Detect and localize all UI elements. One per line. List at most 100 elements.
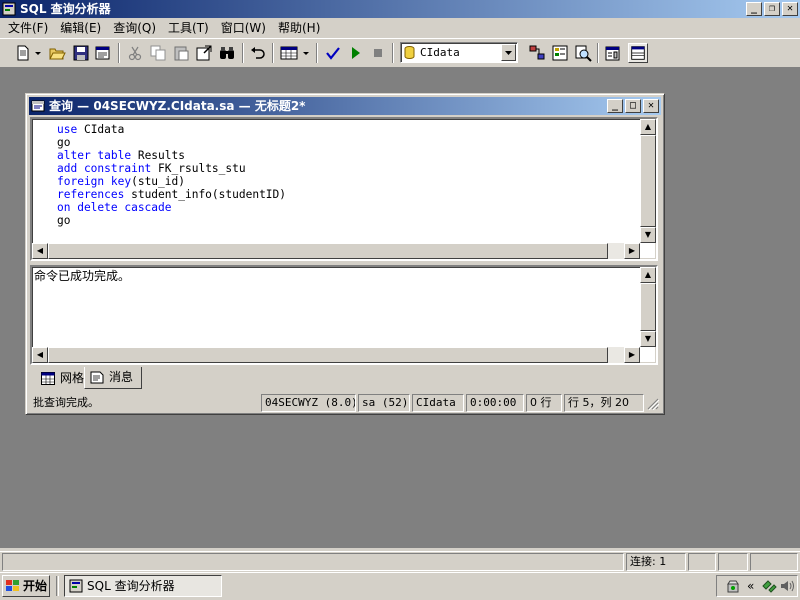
chevron-down-icon[interactable] — [301, 44, 311, 62]
database-select-value: CIdata — [420, 46, 460, 59]
sql-keyword: references — [57, 188, 132, 201]
code-line[interactable]: add constraint FK_rsults_stu — [57, 162, 286, 175]
close-button[interactable]: ✕ — [782, 2, 798, 16]
open-folder-icon[interactable] — [48, 44, 66, 62]
app-title: SQL 查询分析器 — [20, 2, 111, 16]
app-titlebar[interactable]: SQL 查询分析器 _ ❐ ✕ — [0, 0, 800, 18]
database-dropdown-button[interactable] — [501, 44, 516, 61]
new-query-icon[interactable] — [14, 44, 32, 62]
query-maximize-button[interactable]: □ — [625, 99, 641, 113]
scroll-left-button[interactable]: ◀ — [32, 243, 48, 259]
menu-query[interactable]: 查询(Q) — [107, 19, 162, 37]
execute-play-icon[interactable] — [346, 44, 364, 62]
restore-button[interactable]: ❐ — [764, 2, 780, 16]
editor-horizontal-scrollbar[interactable]: ◀ ▶ — [32, 243, 640, 259]
connection-properties-icon[interactable] — [604, 44, 622, 62]
start-button[interactable]: 开始 — [2, 575, 50, 597]
menu-tools[interactable]: 工具(T) — [162, 19, 215, 37]
stop-icon[interactable] — [369, 44, 387, 62]
scroll-left-button[interactable]: ◀ — [32, 347, 48, 363]
status-database: CIdata — [412, 394, 464, 412]
tab-grid-label: 网格 — [60, 371, 85, 385]
editor-vertical-scrollbar[interactable]: ▲ ▼ — [640, 119, 656, 243]
taskbar: 开始 SQL 查询分析器 « — [0, 572, 800, 600]
code-line[interactable]: foreign key(stu_id) — [57, 175, 286, 188]
query-minimize-button[interactable]: _ — [607, 99, 623, 113]
scroll-right-button[interactable]: ▶ — [624, 347, 640, 363]
menu-edit[interactable]: 编辑(E) — [54, 19, 107, 37]
query-analyzer-icon — [69, 579, 83, 593]
object-search-icon[interactable] — [574, 44, 592, 62]
scroll-up-button[interactable]: ▲ — [640, 119, 656, 135]
sql-text: go — [57, 214, 71, 227]
status-text: 批查询完成。 — [33, 396, 99, 409]
query-plan-icon[interactable] — [528, 44, 546, 62]
insert-template-icon[interactable] — [195, 44, 213, 62]
messages-pane[interactable]: 命令已成功完成。 ▲ ▼ ◀ ▶ — [30, 265, 658, 365]
scroll-down-button[interactable]: ▼ — [640, 227, 656, 243]
undo-icon[interactable] — [249, 44, 267, 62]
results-grid-icon[interactable] — [280, 44, 298, 62]
database-select[interactable]: CIdata — [400, 42, 518, 63]
scroll-thumb[interactable] — [640, 283, 656, 331]
find-binoculars-icon[interactable] — [218, 44, 236, 62]
scroll-thumb[interactable] — [48, 243, 608, 259]
sql-code[interactable]: use CIdata go alter table Results add const… — [57, 123, 286, 227]
menu-help[interactable]: 帮助(H) — [272, 19, 326, 37]
query-window[interactable]: 查询 — 04SECWYZ.CIdata.sa — 无标题2* _ □ ✕ us… — [25, 93, 665, 415]
tab-messages[interactable]: 消息 — [84, 367, 142, 389]
messages-vertical-scrollbar[interactable]: ▲ ▼ — [640, 267, 656, 347]
paste-icon[interactable] — [172, 44, 190, 62]
resize-grip-icon[interactable] — [647, 398, 659, 410]
main-status-text — [2, 553, 624, 571]
tab-messages-label: 消息 — [109, 370, 134, 384]
scroll-up-button[interactable]: ▲ — [640, 267, 656, 283]
sql-text: CIdata — [83, 123, 125, 136]
volume-icon[interactable] — [779, 578, 795, 594]
parse-check-icon[interactable] — [324, 44, 342, 62]
scroll-thumb[interactable] — [48, 347, 608, 363]
code-line[interactable]: references student_info(studentID) — [57, 188, 286, 201]
sql-keyword: use — [57, 123, 84, 136]
sql-server-tray-icon[interactable] — [725, 578, 741, 594]
code-line[interactable]: go — [57, 136, 286, 149]
taskbar-app-button[interactable]: SQL 查询分析器 — [64, 575, 222, 597]
query-window-icon — [31, 100, 45, 112]
query-status-bar: 批查询完成。 04SECWYZ (8.0) sa (52) CIdata 0:0… — [29, 394, 661, 412]
sql-keyword: on delete cascade — [57, 201, 172, 214]
object-browser-icon[interactable] — [551, 44, 569, 62]
query-close-button[interactable]: ✕ — [643, 99, 659, 113]
sql-keyword: foreign key — [57, 175, 132, 188]
scroll-right-button[interactable]: ▶ — [624, 243, 640, 259]
tab-grid[interactable]: 网格 — [36, 368, 88, 390]
minimize-button[interactable]: _ — [746, 2, 762, 16]
code-line[interactable]: alter table Results — [57, 149, 286, 162]
code-line[interactable]: on delete cascade — [57, 201, 286, 214]
query-analyzer-icon — [2, 2, 16, 16]
cut-icon[interactable] — [126, 44, 144, 62]
taskbar-app-label: SQL 查询分析器 — [87, 579, 175, 593]
code-line[interactable]: go — [57, 214, 286, 227]
query-editor[interactable]: use CIdata go alter table Results add const… — [30, 117, 658, 261]
status-server: 04SECWYZ (8.0) — [261, 394, 356, 412]
messages-horizontal-scrollbar[interactable]: ◀ ▶ — [32, 347, 640, 363]
status-rows: 0 行 — [526, 394, 562, 412]
show-results-pane-icon[interactable] — [628, 43, 648, 63]
sql-text: (stu_id) — [131, 175, 185, 188]
scroll-thumb[interactable] — [640, 135, 656, 227]
code-line[interactable]: use CIdata — [57, 123, 286, 136]
network-tray-icon[interactable] — [761, 578, 777, 594]
copy-icon[interactable] — [149, 44, 167, 62]
query-window-titlebar[interactable]: 查询 — 04SECWYZ.CIdata.sa — 无标题2* _ □ ✕ — [29, 97, 661, 115]
menu-window[interactable]: 窗口(W) — [215, 19, 272, 37]
status-time: 0:00:00 — [466, 394, 524, 412]
sql-text: go — [57, 136, 71, 149]
chevron-left-icon[interactable]: « — [747, 578, 754, 594]
chevron-down-icon — [505, 51, 512, 55]
chevron-down-icon[interactable] — [33, 44, 43, 62]
save-icon[interactable] — [72, 44, 90, 62]
scroll-down-button[interactable]: ▼ — [640, 331, 656, 347]
status-cell — [688, 553, 716, 571]
menu-file[interactable]: 文件(F) — [2, 19, 54, 37]
load-script-icon[interactable] — [94, 44, 112, 62]
